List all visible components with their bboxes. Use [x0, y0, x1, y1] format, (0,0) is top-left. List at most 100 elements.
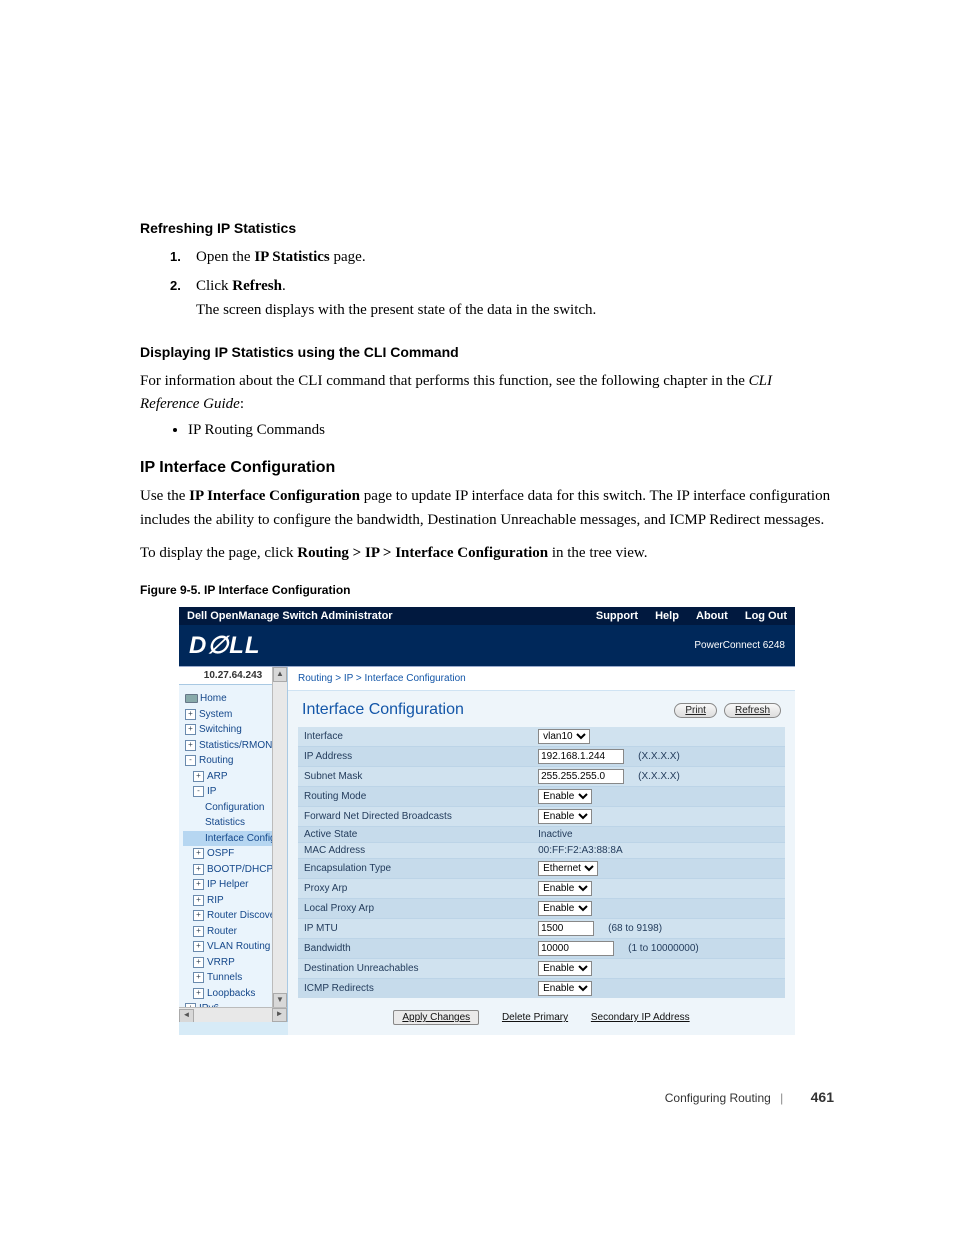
scroll-down-icon[interactable]: ▼	[273, 993, 287, 1008]
step-2-bold: Refresh	[232, 278, 282, 294]
print-button[interactable]: Print	[674, 703, 717, 718]
lbl-interface: Interface	[298, 727, 532, 747]
tree-router-label: Router	[207, 926, 237, 937]
expand-icon[interactable]: +	[193, 771, 204, 782]
collapse-icon[interactable]: -	[193, 786, 204, 797]
breadcrumb: Routing > IP > Interface Configuration	[288, 667, 795, 691]
tree-rip-label: RIP	[207, 895, 224, 906]
tree-routing-label: Routing	[199, 755, 233, 766]
expand-icon[interactable]: +	[193, 972, 204, 983]
interface-select[interactable]: vlan10	[538, 729, 590, 744]
display-pre: To display the page, click	[140, 545, 297, 561]
ipiface-bold: IP Interface Configuration	[189, 488, 360, 504]
step-2-pre: Click	[196, 278, 232, 294]
heading-displaying-cli: Displaying IP Statistics using the CLI C…	[140, 344, 834, 360]
tree-switching-label: Switching	[199, 724, 242, 735]
expand-icon[interactable]: +	[193, 957, 204, 968]
refresh-button[interactable]: Refresh	[724, 703, 781, 718]
page-title: Interface Configuration	[302, 701, 464, 719]
hint-subnet: (X.X.X.X)	[638, 771, 680, 782]
expand-icon[interactable]: +	[193, 848, 204, 859]
lbl-fwd-broadcast: Forward Net Directed Broadcasts	[298, 807, 532, 827]
step-2-body: The screen displays with the present sta…	[196, 299, 834, 322]
link-about[interactable]: About	[696, 610, 728, 622]
collapse-icon[interactable]: -	[185, 755, 196, 766]
figure-caption: Figure 9-5. IP Interface Configuration	[140, 583, 834, 597]
ipiface-pre: Use the	[140, 488, 189, 504]
page-footer: Configuring Routing | 461	[665, 1089, 834, 1105]
tree-ospf-label: OSPF	[207, 848, 234, 859]
expand-icon[interactable]: +	[193, 910, 204, 921]
cli-bullet-item: IP Routing Commands	[188, 422, 834, 439]
hscrollbar[interactable]: ◄ ►	[179, 1007, 287, 1022]
footer-separator: |	[780, 1091, 783, 1105]
cli-para-pre: For information about the CLI command th…	[140, 373, 749, 389]
product-name: PowerConnect 6248	[694, 640, 785, 651]
ipaddress-input[interactable]	[538, 749, 624, 764]
link-logout[interactable]: Log Out	[745, 610, 787, 622]
scroll-up-icon[interactable]: ▲	[273, 667, 287, 682]
expand-icon[interactable]: +	[193, 895, 204, 906]
tree-system-label: System	[199, 709, 232, 720]
expand-icon[interactable]: +	[193, 864, 204, 875]
lbl-proxy-arp: Proxy Arp	[298, 879, 532, 899]
step-2-post: .	[282, 278, 286, 294]
tree-ip-label: IP	[207, 786, 216, 797]
home-icon	[185, 694, 198, 703]
mtu-input[interactable]	[538, 921, 594, 936]
lbl-mtu: IP MTU	[298, 919, 532, 939]
secondary-ip-button[interactable]: Secondary IP Address	[591, 1012, 690, 1023]
bandwidth-input[interactable]	[538, 941, 614, 956]
lbl-dest-unreach: Destination Unreachables	[298, 959, 532, 979]
expand-icon[interactable]: +	[193, 988, 204, 999]
apply-changes-button[interactable]: Apply Changes	[393, 1010, 479, 1025]
top-links: Support Help About Log Out	[582, 610, 787, 622]
cli-paragraph: For information about the CLI command th…	[140, 370, 834, 417]
link-help[interactable]: Help	[655, 610, 679, 622]
icmp-redirect-select[interactable]: Enable	[538, 981, 592, 996]
cli-bullets: IP Routing Commands	[188, 422, 834, 439]
heading-refreshing-ip-stats: Refreshing IP Statistics	[140, 220, 834, 236]
expand-icon[interactable]: +	[193, 941, 204, 952]
lbl-encap: Encapsulation Type	[298, 859, 532, 879]
expand-icon[interactable]: +	[185, 724, 196, 735]
step-1-post: page.	[330, 249, 366, 265]
cli-para-post: :	[240, 396, 244, 412]
display-paragraph: To display the page, click Routing > IP …	[140, 542, 834, 565]
fwd-broadcast-select[interactable]: Enable	[538, 809, 592, 824]
expand-icon[interactable]: +	[193, 879, 204, 890]
brand-bar: D∅LL PowerConnect 6248	[179, 625, 795, 666]
titlebar: Dell OpenManage Switch Administrator Sup…	[179, 607, 795, 625]
ipiface-paragraph: Use the IP Interface Configuration page …	[140, 485, 834, 532]
steps-list: 1.Open the IP Statistics page. 2.Click R…	[170, 246, 834, 322]
content-panel: Routing > IP > Interface Configuration I…	[288, 667, 795, 1035]
device-ip: 10.27.64.243	[179, 667, 287, 685]
vscrollbar[interactable]: ▲ ▼	[272, 667, 287, 1008]
val-mac: 00:FF:F2:A3:88:8A	[532, 843, 785, 859]
button-row: Apply Changes Delete Primary Secondary I…	[298, 998, 785, 1025]
scroll-left-icon[interactable]: ◄	[179, 1009, 194, 1022]
lbl-icmp-redirect: ICMP Redirects	[298, 979, 532, 999]
delete-primary-button[interactable]: Delete Primary	[502, 1012, 568, 1023]
subnet-input[interactable]	[538, 769, 624, 784]
lbl-routing-mode: Routing Mode	[298, 787, 532, 807]
local-proxy-arp-select[interactable]: Enable	[538, 901, 592, 916]
heading-ip-interface-config: IP Interface Configuration	[140, 459, 834, 477]
encap-select[interactable]: Ethernet	[538, 861, 598, 876]
nav-tree: 10.27.64.243 Home +System +Switching +St…	[179, 667, 288, 1022]
display-bold: Routing > IP > Interface Configuration	[297, 545, 548, 561]
tree-loopbacks-label: Loopbacks	[207, 988, 255, 999]
link-support[interactable]: Support	[596, 610, 638, 622]
expand-icon[interactable]: +	[185, 740, 196, 751]
tree-home-label: Home	[200, 693, 227, 704]
lbl-subnet: Subnet Mask	[298, 767, 532, 787]
lbl-active-state: Active State	[298, 827, 532, 843]
lbl-bandwidth: Bandwidth	[298, 939, 532, 959]
expand-icon[interactable]: +	[193, 926, 204, 937]
routing-mode-select[interactable]: Enable	[538, 789, 592, 804]
scroll-right-icon[interactable]: ►	[272, 1008, 287, 1022]
proxy-arp-select[interactable]: Enable	[538, 881, 592, 896]
dest-unreach-select[interactable]: Enable	[538, 961, 592, 976]
expand-icon[interactable]: +	[185, 709, 196, 720]
tree-stats-label: Statistics/RMON	[199, 740, 272, 751]
